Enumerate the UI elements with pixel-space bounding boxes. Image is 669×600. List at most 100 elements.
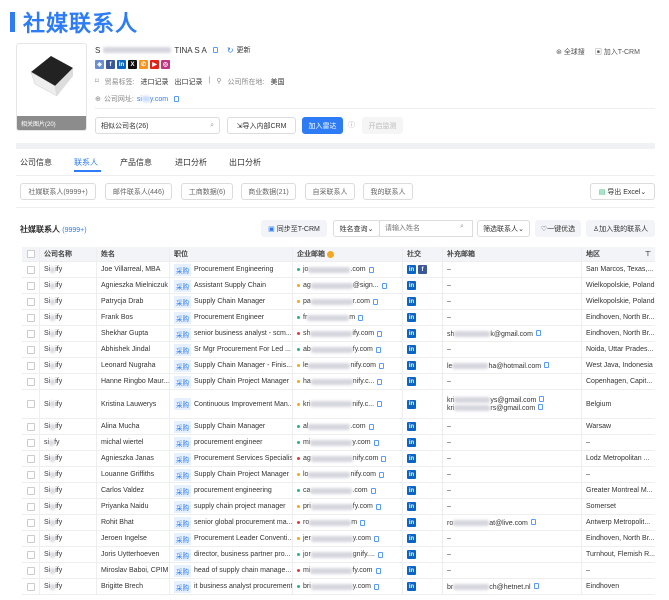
subtab-my-contacts[interactable]: 我的联系人 — [363, 183, 413, 200]
row-checkbox[interactable] — [26, 470, 35, 479]
copy-icon[interactable] — [379, 362, 384, 369]
linkedin-icon[interactable]: in — [407, 345, 416, 354]
row-checkbox[interactable] — [26, 345, 35, 354]
x-icon[interactable]: X — [128, 60, 137, 69]
email-cell[interactable]: jo .com — [293, 262, 403, 277]
row-checkbox[interactable] — [26, 438, 35, 447]
contact-name[interactable]: Miroslav Baboi, CPIM — [97, 563, 170, 578]
help-icon[interactable] — [326, 250, 334, 258]
company-cell[interactable]: Si ify — [40, 419, 97, 434]
tab-contacts[interactable]: 联系人 — [74, 157, 98, 168]
monitor-button[interactable]: 开启监测 — [362, 117, 403, 134]
contact-name[interactable]: Alina Mucha — [97, 419, 170, 434]
trade-tag[interactable]: 进口记录 — [141, 77, 169, 87]
email-cell[interactable]: ca .com — [293, 483, 403, 498]
company-photo[interactable]: 相关图片(20) — [16, 43, 87, 131]
name-search-input[interactable] — [379, 220, 473, 237]
select-all-checkbox[interactable] — [26, 250, 35, 258]
company-cell[interactable]: si fy — [40, 435, 97, 450]
row-checkbox[interactable] — [26, 297, 35, 306]
subtab-self-collected[interactable]: 自采联系人 — [305, 183, 355, 200]
copy-icon[interactable] — [533, 582, 539, 589]
email-cell[interactable]: pri fy.com — [293, 499, 403, 514]
company-cell[interactable]: Si ify — [40, 390, 97, 418]
website-link[interactable]: si y.com — [137, 96, 168, 103]
row-checkbox[interactable] — [26, 502, 35, 511]
email-cell[interactable]: ro m — [293, 515, 403, 530]
email-cell[interactable]: mi y.com — [293, 435, 403, 450]
company-cell[interactable]: Si ify — [40, 326, 97, 341]
email-cell[interactable]: ag @sign... — [293, 278, 403, 293]
copy-icon[interactable] — [360, 519, 366, 526]
facebook-icon[interactable]: f — [106, 60, 115, 69]
linkedin-icon[interactable]: in — [407, 486, 416, 495]
update-button[interactable]: 更新 — [237, 45, 251, 55]
email-cell[interactable]: ag nify.com — [293, 451, 403, 466]
row-checkbox[interactable] — [26, 329, 35, 338]
trade-tag[interactable]: 出口记录 — [175, 77, 203, 87]
row-checkbox[interactable] — [26, 566, 35, 575]
company-cell[interactable]: Si ify — [40, 294, 97, 309]
email-cell[interactable]: al .com — [293, 419, 403, 434]
contact-name[interactable]: Patrycja Drab — [97, 294, 170, 309]
filter-contacts-select[interactable]: 筛选联系人 ⌄ — [477, 220, 530, 237]
supp-email[interactable]: sh k@gmail.com — [447, 329, 541, 338]
contact-name[interactable]: Agnieszka Mielniczuk — [97, 278, 170, 293]
copy-icon[interactable] — [212, 47, 218, 53]
email-cell[interactable]: le nify.com — [293, 358, 403, 373]
contact-name[interactable]: Frank Bos — [97, 310, 170, 325]
optimize-button[interactable]: ♡ 一键优选 — [535, 220, 581, 237]
row-checkbox[interactable] — [26, 377, 35, 386]
linkedin-icon[interactable]: in — [407, 422, 416, 431]
export-excel-button[interactable]: ▤ 导出 Excel ⌄ — [590, 183, 655, 200]
company-cell[interactable]: Si ify — [40, 342, 97, 357]
copy-icon[interactable] — [377, 378, 383, 385]
copy-icon[interactable] — [375, 503, 381, 510]
email-cell[interactable]: sh ify.com — [293, 326, 403, 341]
contact-name[interactable]: Jeroen Ingelse — [97, 531, 170, 546]
add-my-contacts-button[interactable]: ♙ 加入我的联系人 — [586, 220, 655, 237]
linkedin-icon[interactable]: in — [407, 361, 416, 370]
contact-name[interactable]: michal wiertel — [97, 435, 170, 450]
linkedin-icon[interactable]: in — [407, 454, 416, 463]
email-cell[interactable]: fr m — [293, 310, 403, 325]
company-cell[interactable]: Si ify — [40, 563, 97, 578]
email-cell[interactable]: ab fy.com — [293, 342, 403, 357]
email-cell[interactable]: jor gnify.... — [293, 547, 403, 562]
row-checkbox[interactable] — [26, 361, 35, 370]
contact-name[interactable]: Louanne Griffiths — [97, 467, 170, 482]
copy-icon[interactable] — [368, 266, 374, 273]
company-cell[interactable]: Si ify — [40, 310, 97, 325]
company-cell[interactable]: Si ify — [40, 451, 97, 466]
subtab-email-contacts[interactable]: 邮件联系人(446) — [105, 183, 172, 200]
website-icon[interactable]: ◈ — [95, 60, 104, 69]
email-cell[interactable]: ha nify.c... — [293, 374, 403, 389]
supp-email[interactable]: kri rs@gmail.com — [447, 404, 544, 412]
subtab-business-data[interactable]: 工商数据(6) — [181, 183, 233, 200]
company-cell[interactable]: Si ify — [40, 515, 97, 530]
row-checkbox[interactable] — [26, 518, 35, 527]
add-radar-button[interactable]: 加入雷达 — [302, 117, 343, 134]
email-cell[interactable]: kri nify.c... — [293, 390, 403, 418]
contact-name[interactable]: Priyanka Naidu — [97, 499, 170, 514]
row-checkbox[interactable] — [26, 281, 35, 290]
contact-name[interactable]: Leonard Nugraha — [97, 358, 170, 373]
instagram-icon[interactable]: ◎ — [161, 60, 170, 69]
email-cell[interactable]: lo nify.com — [293, 467, 403, 482]
company-cell[interactable]: Si ify — [40, 467, 97, 482]
copy-icon[interactable] — [381, 282, 387, 289]
row-checkbox[interactable] — [26, 313, 35, 322]
copy-icon[interactable] — [544, 361, 550, 368]
email-cell[interactable]: jer y.com — [293, 531, 403, 546]
email-cell[interactable]: pa r.com — [293, 294, 403, 309]
company-cell[interactable]: Si ify — [40, 579, 97, 594]
row-checkbox[interactable] — [26, 454, 35, 463]
copy-icon[interactable] — [379, 471, 384, 478]
sync-tcrm-button[interactable]: ▣ 同步至T-CRM — [261, 220, 327, 237]
copy-icon[interactable] — [539, 396, 545, 402]
row-checkbox[interactable] — [26, 422, 35, 431]
row-checkbox[interactable] — [26, 550, 35, 559]
linkedin-icon[interactable]: in — [407, 265, 416, 274]
supp-email[interactable]: br ch@hetnet.nl — [447, 582, 539, 591]
company-cell[interactable]: Si ify — [40, 531, 97, 546]
